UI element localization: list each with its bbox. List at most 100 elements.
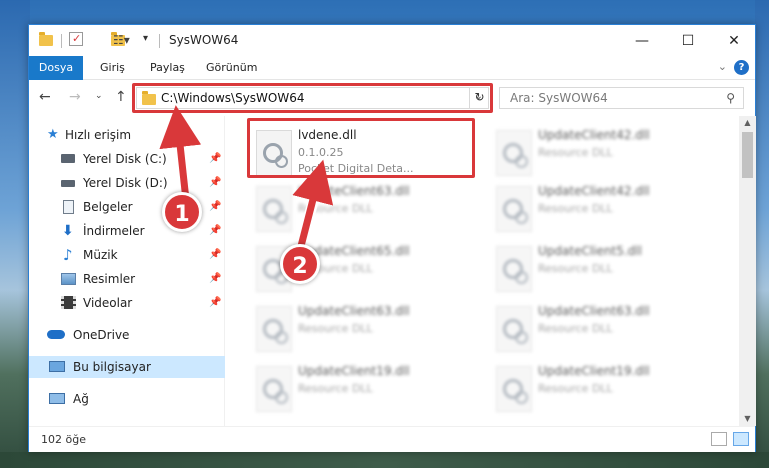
details-view-icon[interactable] xyxy=(711,432,727,446)
file-name: UpdateClient19.dll xyxy=(538,364,650,378)
close-button[interactable]: ✕ xyxy=(711,25,757,56)
file-type: Resource DLL xyxy=(538,146,613,159)
file-highlight-box xyxy=(247,118,475,178)
sidebar-item-music[interactable]: ♪ Müzik 📌 xyxy=(29,244,225,266)
cloud-icon xyxy=(47,330,65,339)
file-item[interactable]: UpdateClient19.dll Resource DLL xyxy=(248,358,478,418)
tab-giris[interactable]: Giriş xyxy=(100,56,125,80)
dll-file-icon xyxy=(256,366,292,412)
quick-access-toolbar-dropdown[interactable]: ▾ xyxy=(143,33,148,51)
sidebar-item-label: Yerel Disk (C:) xyxy=(83,152,167,166)
sidebar-item-label: Belgeler xyxy=(83,200,133,214)
sidebar-item-label: İndirmeler xyxy=(83,224,145,238)
step-2-badge: 2 xyxy=(280,244,320,284)
pin-icon[interactable]: 📌 xyxy=(209,292,221,314)
navigation-pane: ★ Hızlı erişim Yerel Disk (C:) 📌 Yerel D… xyxy=(29,116,225,426)
file-type: Resource DLL xyxy=(298,202,373,215)
file-name: UpdateClient19.dll xyxy=(298,364,410,378)
music-icon: ♪ xyxy=(63,246,73,264)
file-item[interactable]: UpdateClient63.dll Resource DLL xyxy=(488,298,718,358)
ribbon: Dosya Giriş Paylaş Görünüm ⌄ ? xyxy=(29,56,755,80)
sidebar-item-label: Resimler xyxy=(83,272,136,286)
file-item[interactable]: UpdateClient19.dll Resource DLL xyxy=(488,358,718,418)
tab-gorunum[interactable]: Görünüm xyxy=(206,56,257,80)
sidebar-item-label: Müzik xyxy=(83,248,118,262)
desktop-background-right xyxy=(755,0,769,468)
scrollbar-thumb[interactable] xyxy=(742,132,753,178)
search-icon[interactable]: ⚲ xyxy=(726,91,735,105)
maximize-button[interactable]: ☐ xyxy=(665,25,711,56)
file-name: UpdateClient63.dll xyxy=(298,304,410,318)
dll-file-icon xyxy=(496,366,532,412)
file-item[interactable]: UpdateClient42.dll Resource DLL xyxy=(488,122,718,182)
download-icon: ⬇ xyxy=(62,223,74,239)
computer-icon xyxy=(49,361,65,372)
drive-icon xyxy=(61,154,75,163)
divider xyxy=(61,34,62,48)
recent-locations-dropdown[interactable]: ⌄ xyxy=(95,91,103,101)
file-name: UpdateClient63.dll xyxy=(298,184,410,198)
sidebar-item-label: Bu bilgisayar xyxy=(73,360,151,374)
search-input[interactable]: Ara: SysWOW64 xyxy=(510,91,608,105)
file-type: Resource DLL xyxy=(538,262,613,275)
folder-icon xyxy=(39,32,53,46)
sidebar-item-disk-c[interactable]: Yerel Disk (C:) 📌 xyxy=(29,148,225,170)
address-highlight-box xyxy=(132,83,493,113)
scroll-up-icon[interactable]: ▲ xyxy=(739,116,756,130)
pin-icon[interactable]: 📌 xyxy=(209,172,221,194)
sidebar-item-label: Yerel Disk (D:) xyxy=(83,176,168,190)
drive-icon xyxy=(61,180,75,187)
sidebar-item-quick-access[interactable]: ★ Hızlı erişim xyxy=(29,124,225,146)
up-arrow-icon[interactable]: ↑ xyxy=(115,89,127,105)
tiles-view-icon[interactable] xyxy=(733,432,749,446)
file-name: UpdateClient42.dll xyxy=(538,184,650,198)
title-bar: ✓ ☷▾ ▾ SysWOW64 — ☐ ✕ xyxy=(29,25,755,56)
file-item[interactable]: UpdateClient63.dll Resource DLL xyxy=(248,298,478,358)
dll-file-icon xyxy=(256,306,292,352)
tab-paylas[interactable]: Paylaş xyxy=(150,56,185,80)
sidebar-item-label: Hızlı erişim xyxy=(65,128,132,142)
step-1-badge: 1 xyxy=(162,192,202,232)
pin-icon[interactable]: 📌 xyxy=(209,244,221,266)
back-arrow-icon[interactable]: ← xyxy=(39,89,51,105)
sidebar-item-this-pc[interactable]: Bu bilgisayar xyxy=(29,356,225,378)
sidebar-item-label: Ağ xyxy=(73,392,89,406)
search-box[interactable]: Ara: SysWOW64 ⚲ xyxy=(499,87,744,109)
customize-icon[interactable]: ☷▾ xyxy=(113,33,130,51)
forward-arrow-icon[interactable]: → xyxy=(69,89,81,105)
divider xyxy=(159,34,160,48)
item-count: 102 öğe xyxy=(41,433,86,446)
pin-icon[interactable]: 📌 xyxy=(209,196,221,218)
sidebar-item-network[interactable]: Ağ xyxy=(29,388,225,410)
scroll-down-icon[interactable]: ▼ xyxy=(739,412,756,426)
network-icon xyxy=(49,393,65,404)
file-name: UpdateClient5.dll xyxy=(538,244,642,258)
sidebar-item-pictures[interactable]: Resimler 📌 xyxy=(29,268,225,290)
file-item[interactable]: UpdateClient5.dll Resource DLL xyxy=(488,238,718,298)
file-name: UpdateClient42.dll xyxy=(538,128,650,142)
file-type: Resource DLL xyxy=(538,322,613,335)
dll-file-icon xyxy=(496,246,532,292)
properties-icon[interactable]: ✓ xyxy=(69,32,83,46)
sidebar-item-onedrive[interactable]: OneDrive xyxy=(29,324,225,346)
pin-icon[interactable]: 📌 xyxy=(209,220,221,242)
explorer-window: ✓ ☷▾ ▾ SysWOW64 — ☐ ✕ Dosya Giriş Paylaş… xyxy=(28,24,756,452)
file-type: Resource DLL xyxy=(298,382,373,395)
tab-dosya[interactable]: Dosya xyxy=(29,56,83,80)
dll-file-icon xyxy=(496,130,532,176)
minimize-button[interactable]: — xyxy=(619,25,665,56)
file-type: Resource DLL xyxy=(538,202,613,215)
chevron-down-icon[interactable]: ⌄ xyxy=(718,60,727,73)
sidebar-item-disk-d[interactable]: Yerel Disk (D:) 📌 xyxy=(29,172,225,194)
help-icon[interactable]: ? xyxy=(734,60,749,75)
sidebar-item-videos[interactable]: Videolar 📌 xyxy=(29,292,225,314)
pin-icon[interactable]: 📌 xyxy=(209,148,221,170)
pin-icon[interactable]: 📌 xyxy=(209,268,221,290)
file-item[interactable]: UpdateClient63.dll Resource DLL xyxy=(248,178,478,238)
sidebar-item-label: OneDrive xyxy=(73,328,130,342)
desktop-background-left xyxy=(0,0,30,468)
window-title: SysWOW64 xyxy=(169,33,239,47)
vertical-scrollbar[interactable]: ▲ ▼ xyxy=(739,116,756,426)
file-item[interactable]: UpdateClient42.dll Resource DLL xyxy=(488,178,718,238)
file-type: Resource DLL xyxy=(298,322,373,335)
